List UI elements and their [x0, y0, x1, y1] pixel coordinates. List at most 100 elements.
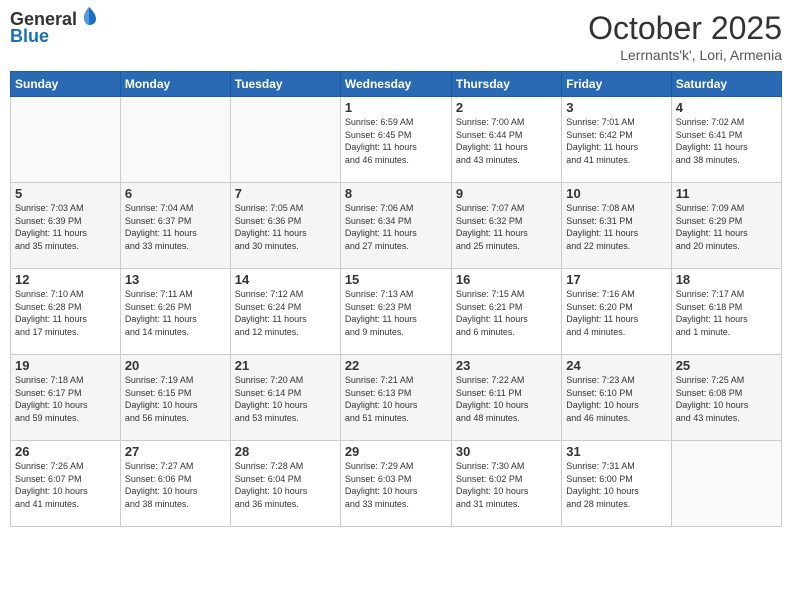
calendar-header: SundayMondayTuesdayWednesdayThursdayFrid…: [11, 72, 782, 97]
calendar-cell: 19Sunrise: 7:18 AM Sunset: 6:17 PM Dayli…: [11, 355, 121, 441]
day-number: 25: [676, 358, 777, 373]
day-number: 30: [456, 444, 557, 459]
day-info: Sunrise: 7:02 AM Sunset: 6:41 PM Dayligh…: [676, 116, 777, 166]
day-info: Sunrise: 7:04 AM Sunset: 6:37 PM Dayligh…: [125, 202, 226, 252]
day-info: Sunrise: 7:21 AM Sunset: 6:13 PM Dayligh…: [345, 374, 447, 424]
calendar-cell: 3Sunrise: 7:01 AM Sunset: 6:42 PM Daylig…: [562, 97, 671, 183]
day-number: 15: [345, 272, 447, 287]
week-row-2: 5Sunrise: 7:03 AM Sunset: 6:39 PM Daylig…: [11, 183, 782, 269]
calendar-cell: 14Sunrise: 7:12 AM Sunset: 6:24 PM Dayli…: [230, 269, 340, 355]
week-row-5: 26Sunrise: 7:26 AM Sunset: 6:07 PM Dayli…: [11, 441, 782, 527]
column-header-saturday: Saturday: [671, 72, 781, 97]
calendar-cell: [120, 97, 230, 183]
calendar-cell: 18Sunrise: 7:17 AM Sunset: 6:18 PM Dayli…: [671, 269, 781, 355]
calendar-cell: 17Sunrise: 7:16 AM Sunset: 6:20 PM Dayli…: [562, 269, 671, 355]
calendar-cell: 2Sunrise: 7:00 AM Sunset: 6:44 PM Daylig…: [451, 97, 561, 183]
calendar-cell: 16Sunrise: 7:15 AM Sunset: 6:21 PM Dayli…: [451, 269, 561, 355]
calendar-cell: 15Sunrise: 7:13 AM Sunset: 6:23 PM Dayli…: [340, 269, 451, 355]
calendar-cell: 31Sunrise: 7:31 AM Sunset: 6:00 PM Dayli…: [562, 441, 671, 527]
day-number: 19: [15, 358, 116, 373]
calendar-cell: 4Sunrise: 7:02 AM Sunset: 6:41 PM Daylig…: [671, 97, 781, 183]
day-info: Sunrise: 7:13 AM Sunset: 6:23 PM Dayligh…: [345, 288, 447, 338]
day-info: Sunrise: 7:16 AM Sunset: 6:20 PM Dayligh…: [566, 288, 666, 338]
day-number: 17: [566, 272, 666, 287]
day-info: Sunrise: 7:01 AM Sunset: 6:42 PM Dayligh…: [566, 116, 666, 166]
day-number: 16: [456, 272, 557, 287]
calendar-cell: 1Sunrise: 6:59 AM Sunset: 6:45 PM Daylig…: [340, 97, 451, 183]
day-number: 18: [676, 272, 777, 287]
day-number: 8: [345, 186, 447, 201]
day-number: 28: [235, 444, 336, 459]
day-number: 31: [566, 444, 666, 459]
calendar-cell: 30Sunrise: 7:30 AM Sunset: 6:02 PM Dayli…: [451, 441, 561, 527]
calendar-cell: [11, 97, 121, 183]
column-header-sunday: Sunday: [11, 72, 121, 97]
day-info: Sunrise: 7:00 AM Sunset: 6:44 PM Dayligh…: [456, 116, 557, 166]
calendar-cell: 23Sunrise: 7:22 AM Sunset: 6:11 PM Dayli…: [451, 355, 561, 441]
week-row-4: 19Sunrise: 7:18 AM Sunset: 6:17 PM Dayli…: [11, 355, 782, 441]
calendar-cell: 7Sunrise: 7:05 AM Sunset: 6:36 PM Daylig…: [230, 183, 340, 269]
calendar-page: General Blue October 2025 Lerrnants'k', …: [0, 0, 792, 612]
logo-text: General Blue: [10, 10, 100, 47]
day-number: 24: [566, 358, 666, 373]
calendar-cell: 6Sunrise: 7:04 AM Sunset: 6:37 PM Daylig…: [120, 183, 230, 269]
day-info: Sunrise: 7:19 AM Sunset: 6:15 PM Dayligh…: [125, 374, 226, 424]
calendar-cell: 27Sunrise: 7:27 AM Sunset: 6:06 PM Dayli…: [120, 441, 230, 527]
title-block: October 2025 Lerrnants'k', Lori, Armenia: [588, 10, 782, 63]
day-number: 29: [345, 444, 447, 459]
location: Lerrnants'k', Lori, Armenia: [588, 47, 782, 63]
day-number: 12: [15, 272, 116, 287]
column-header-friday: Friday: [562, 72, 671, 97]
day-info: Sunrise: 7:30 AM Sunset: 6:02 PM Dayligh…: [456, 460, 557, 510]
day-info: Sunrise: 7:18 AM Sunset: 6:17 PM Dayligh…: [15, 374, 116, 424]
day-number: 11: [676, 186, 777, 201]
logo: General Blue: [10, 10, 100, 47]
column-header-monday: Monday: [120, 72, 230, 97]
calendar-body: 1Sunrise: 6:59 AM Sunset: 6:45 PM Daylig…: [11, 97, 782, 527]
day-info: Sunrise: 7:03 AM Sunset: 6:39 PM Dayligh…: [15, 202, 116, 252]
calendar-table: SundayMondayTuesdayWednesdayThursdayFrid…: [10, 71, 782, 527]
calendar-cell: 24Sunrise: 7:23 AM Sunset: 6:10 PM Dayli…: [562, 355, 671, 441]
logo-icon: [78, 5, 100, 27]
day-number: 4: [676, 100, 777, 115]
calendar-cell: 20Sunrise: 7:19 AM Sunset: 6:15 PM Dayli…: [120, 355, 230, 441]
calendar-cell: 9Sunrise: 7:07 AM Sunset: 6:32 PM Daylig…: [451, 183, 561, 269]
column-header-thursday: Thursday: [451, 72, 561, 97]
calendar-cell: 11Sunrise: 7:09 AM Sunset: 6:29 PM Dayli…: [671, 183, 781, 269]
day-info: Sunrise: 7:11 AM Sunset: 6:26 PM Dayligh…: [125, 288, 226, 338]
calendar-cell: 13Sunrise: 7:11 AM Sunset: 6:26 PM Dayli…: [120, 269, 230, 355]
week-row-3: 12Sunrise: 7:10 AM Sunset: 6:28 PM Dayli…: [11, 269, 782, 355]
day-info: Sunrise: 7:06 AM Sunset: 6:34 PM Dayligh…: [345, 202, 447, 252]
calendar-cell: 26Sunrise: 7:26 AM Sunset: 6:07 PM Dayli…: [11, 441, 121, 527]
calendar-cell: 28Sunrise: 7:28 AM Sunset: 6:04 PM Dayli…: [230, 441, 340, 527]
day-info: Sunrise: 7:12 AM Sunset: 6:24 PM Dayligh…: [235, 288, 336, 338]
day-number: 7: [235, 186, 336, 201]
column-header-tuesday: Tuesday: [230, 72, 340, 97]
day-info: Sunrise: 7:10 AM Sunset: 6:28 PM Dayligh…: [15, 288, 116, 338]
calendar-cell: 29Sunrise: 7:29 AM Sunset: 6:03 PM Dayli…: [340, 441, 451, 527]
week-row-1: 1Sunrise: 6:59 AM Sunset: 6:45 PM Daylig…: [11, 97, 782, 183]
header: General Blue October 2025 Lerrnants'k', …: [10, 10, 782, 63]
day-number: 2: [456, 100, 557, 115]
day-number: 14: [235, 272, 336, 287]
day-info: Sunrise: 7:28 AM Sunset: 6:04 PM Dayligh…: [235, 460, 336, 510]
calendar-cell: 10Sunrise: 7:08 AM Sunset: 6:31 PM Dayli…: [562, 183, 671, 269]
day-info: Sunrise: 7:05 AM Sunset: 6:36 PM Dayligh…: [235, 202, 336, 252]
day-number: 9: [456, 186, 557, 201]
calendar-cell: 5Sunrise: 7:03 AM Sunset: 6:39 PM Daylig…: [11, 183, 121, 269]
day-info: Sunrise: 7:29 AM Sunset: 6:03 PM Dayligh…: [345, 460, 447, 510]
day-info: Sunrise: 7:26 AM Sunset: 6:07 PM Dayligh…: [15, 460, 116, 510]
calendar-cell: 8Sunrise: 7:06 AM Sunset: 6:34 PM Daylig…: [340, 183, 451, 269]
calendar-cell: 21Sunrise: 7:20 AM Sunset: 6:14 PM Dayli…: [230, 355, 340, 441]
calendar-cell: [230, 97, 340, 183]
day-number: 21: [235, 358, 336, 373]
day-info: Sunrise: 7:15 AM Sunset: 6:21 PM Dayligh…: [456, 288, 557, 338]
day-info: Sunrise: 7:23 AM Sunset: 6:10 PM Dayligh…: [566, 374, 666, 424]
day-number: 6: [125, 186, 226, 201]
calendar-cell: 25Sunrise: 7:25 AM Sunset: 6:08 PM Dayli…: [671, 355, 781, 441]
day-number: 1: [345, 100, 447, 115]
day-info: Sunrise: 7:22 AM Sunset: 6:11 PM Dayligh…: [456, 374, 557, 424]
month-title: October 2025: [588, 10, 782, 47]
day-info: Sunrise: 7:17 AM Sunset: 6:18 PM Dayligh…: [676, 288, 777, 338]
header-row: SundayMondayTuesdayWednesdayThursdayFrid…: [11, 72, 782, 97]
